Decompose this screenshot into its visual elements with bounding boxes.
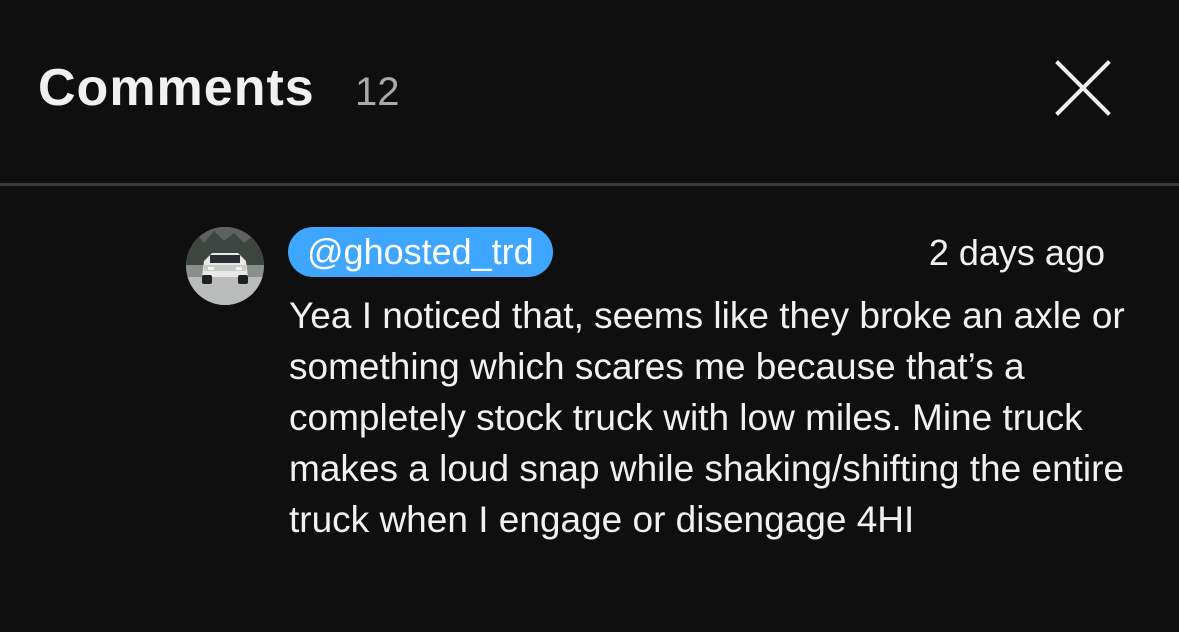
comment-author[interactable]: @ghosted_trd	[288, 227, 553, 277]
close-button[interactable]	[1050, 55, 1116, 121]
comment-timestamp: 2 days ago	[928, 232, 1105, 273]
comments-title: Comments	[38, 59, 315, 117]
comment-text: Yea I noticed that, seems like they brok…	[289, 295, 1125, 540]
comments-count: 12	[355, 70, 400, 114]
close-icon	[1055, 60, 1111, 116]
comments-header: Comments 12	[0, 0, 1179, 184]
header-divider	[0, 183, 1179, 186]
avatar[interactable]	[186, 227, 264, 305]
avatar-truck-photo	[186, 227, 264, 305]
